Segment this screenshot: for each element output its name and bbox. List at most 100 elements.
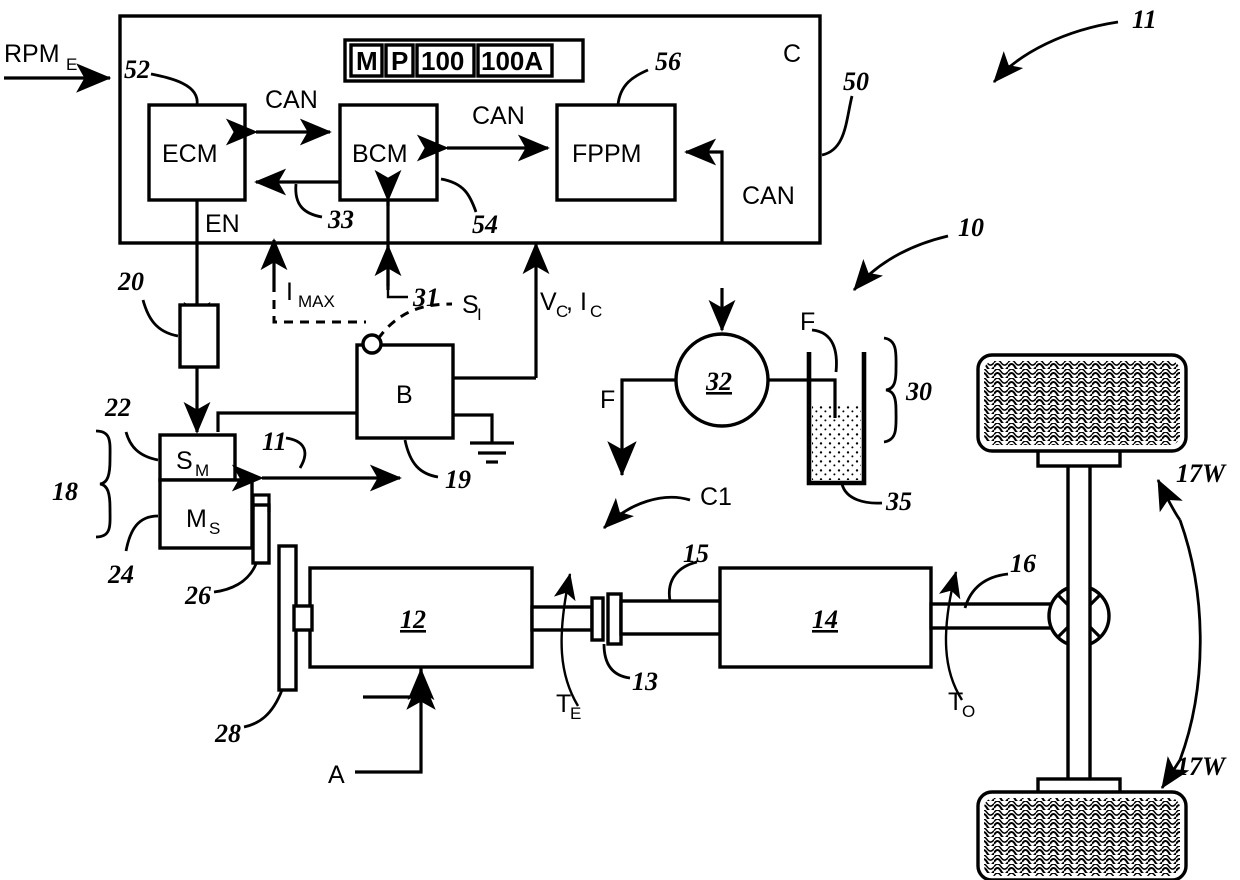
callout-A: A (328, 667, 436, 789)
callout-powertrain-10: 10 (852, 213, 984, 291)
controller-box-label: C (783, 40, 801, 68)
fuel-pump[interactable]: 32 (674, 332, 770, 428)
ic-comma: , (566, 288, 573, 316)
fuel-flow-out: F (600, 378, 676, 477)
ref-12-engine: 12 (400, 605, 426, 634)
imax-subscript: MAX (298, 292, 335, 311)
battery-block[interactable]: B (355, 343, 455, 440)
imax-label: I (286, 278, 293, 306)
ref-16: 16 (1010, 549, 1036, 578)
tag-cell-m: M (356, 46, 378, 76)
bracket-30: 30 (883, 336, 932, 444)
tag-cell-100a: 100A (481, 46, 543, 76)
ref-26: 26 (184, 581, 211, 610)
module-bcm[interactable]: BCM (338, 103, 439, 202)
to-subscript: O (962, 702, 975, 721)
module-fppm-label: FPPM (572, 140, 641, 168)
switch-si-subscript: I (477, 305, 482, 324)
ref-33: 33 (327, 205, 354, 234)
callout-vehicle-11: 11 (992, 5, 1157, 83)
can-label-1: CAN (265, 86, 318, 114)
leader-24 (124, 514, 159, 552)
ref-24: 24 (107, 560, 134, 589)
module-fppm[interactable]: FPPM (555, 103, 677, 202)
vc-label: V (540, 288, 557, 316)
wheel-top (976, 353, 1188, 468)
callout-17W-bottom: 17W (1160, 752, 1227, 789)
rpm-label: RPM (4, 40, 60, 68)
ref-35: 35 (885, 487, 912, 516)
engine-speed-input: RPM E (4, 40, 112, 93)
leader-35 (840, 483, 883, 505)
te-subscript: E (570, 704, 581, 723)
ref-15: 15 (683, 539, 709, 568)
starter-relay[interactable] (178, 303, 220, 369)
starter-solenoid[interactable]: S M (158, 433, 237, 482)
ref-18: 18 (52, 477, 78, 506)
ref-19: 19 (445, 465, 471, 494)
ref-52: 52 (124, 55, 150, 84)
ground-symbol (453, 413, 514, 464)
battery-label: B (396, 381, 413, 409)
patent-figure-canvas: C 50 RPM E ECM 52 BCM 54 FPPM 56 CAN 33 (0, 0, 1240, 880)
ic-subscript: C (590, 302, 602, 321)
can-label-3: CAN (742, 182, 795, 210)
module-ecm[interactable]: ECM (147, 103, 247, 202)
bracket-18: 18 (52, 429, 112, 539)
leader-50 (821, 95, 854, 157)
label-A: A (328, 761, 345, 789)
ref-28: 28 (214, 719, 241, 748)
flywheel-hub (292, 604, 314, 632)
leader-19 (403, 439, 439, 479)
ref-17w-bottom: 17W (1176, 752, 1227, 781)
clutch-13 (590, 592, 623, 646)
diagram-svg: C 50 RPM E ECM 52 BCM 54 FPPM 56 CAN 33 (4, 5, 1227, 880)
tag-cell-100: 100 (421, 46, 464, 76)
motor-subscript: S (209, 519, 220, 538)
to-label: T (948, 688, 963, 716)
engine-torque-indicator: T E (553, 573, 581, 723)
ref-32-pump: 32 (705, 367, 732, 396)
leader-22 (124, 431, 159, 462)
solenoid-subscript: M (195, 461, 209, 480)
callout-C1: C1 (603, 483, 732, 529)
flow-in-label: F (800, 308, 815, 336)
ref-22: 22 (104, 393, 131, 422)
ic-label: I (580, 288, 587, 316)
module-bcm-label: BCM (352, 140, 408, 168)
callout-17W-top: 17W (1156, 459, 1227, 761)
leader-20 (141, 299, 179, 338)
shaft-15 (619, 599, 724, 636)
imax-signal: I MAX (260, 238, 366, 324)
tag-cell-p: P (391, 46, 408, 76)
ref-17w-top: 17W (1176, 459, 1227, 488)
switch-si-arm (376, 302, 453, 340)
starter-pinion (251, 493, 271, 565)
ref-54: 54 (472, 210, 498, 239)
ref-11-mesh: 11 (262, 427, 287, 456)
engine-block: 12 (308, 566, 534, 669)
motor-label: M (186, 505, 207, 533)
flow-out-label: F (600, 386, 615, 414)
starter-motor[interactable]: M S (158, 478, 254, 550)
ref-13: 13 (632, 667, 658, 696)
label-C1: C1 (700, 483, 732, 511)
ref-56: 56 (655, 47, 681, 76)
en-label: EN (205, 210, 240, 238)
te-label: T (556, 690, 571, 718)
ref-14-transmission: 14 (812, 605, 838, 634)
rpm-subscript: E (66, 55, 77, 74)
ref-20: 20 (117, 267, 144, 296)
leader-28 (243, 689, 284, 729)
tag-box: M P 100 100A (343, 38, 585, 83)
leader-26 (213, 563, 258, 594)
ref-11-vehicle: 11 (1132, 5, 1157, 34)
leader-F-in (811, 328, 838, 373)
transmission-block: 14 (718, 566, 933, 669)
ref-50: 50 (843, 67, 869, 96)
ref-30: 30 (905, 377, 932, 406)
ref-10-powertrain: 10 (958, 213, 984, 242)
can-label-2: CAN (472, 102, 525, 130)
wheel-bottom (976, 777, 1188, 880)
module-ecm-label: ECM (162, 140, 218, 168)
